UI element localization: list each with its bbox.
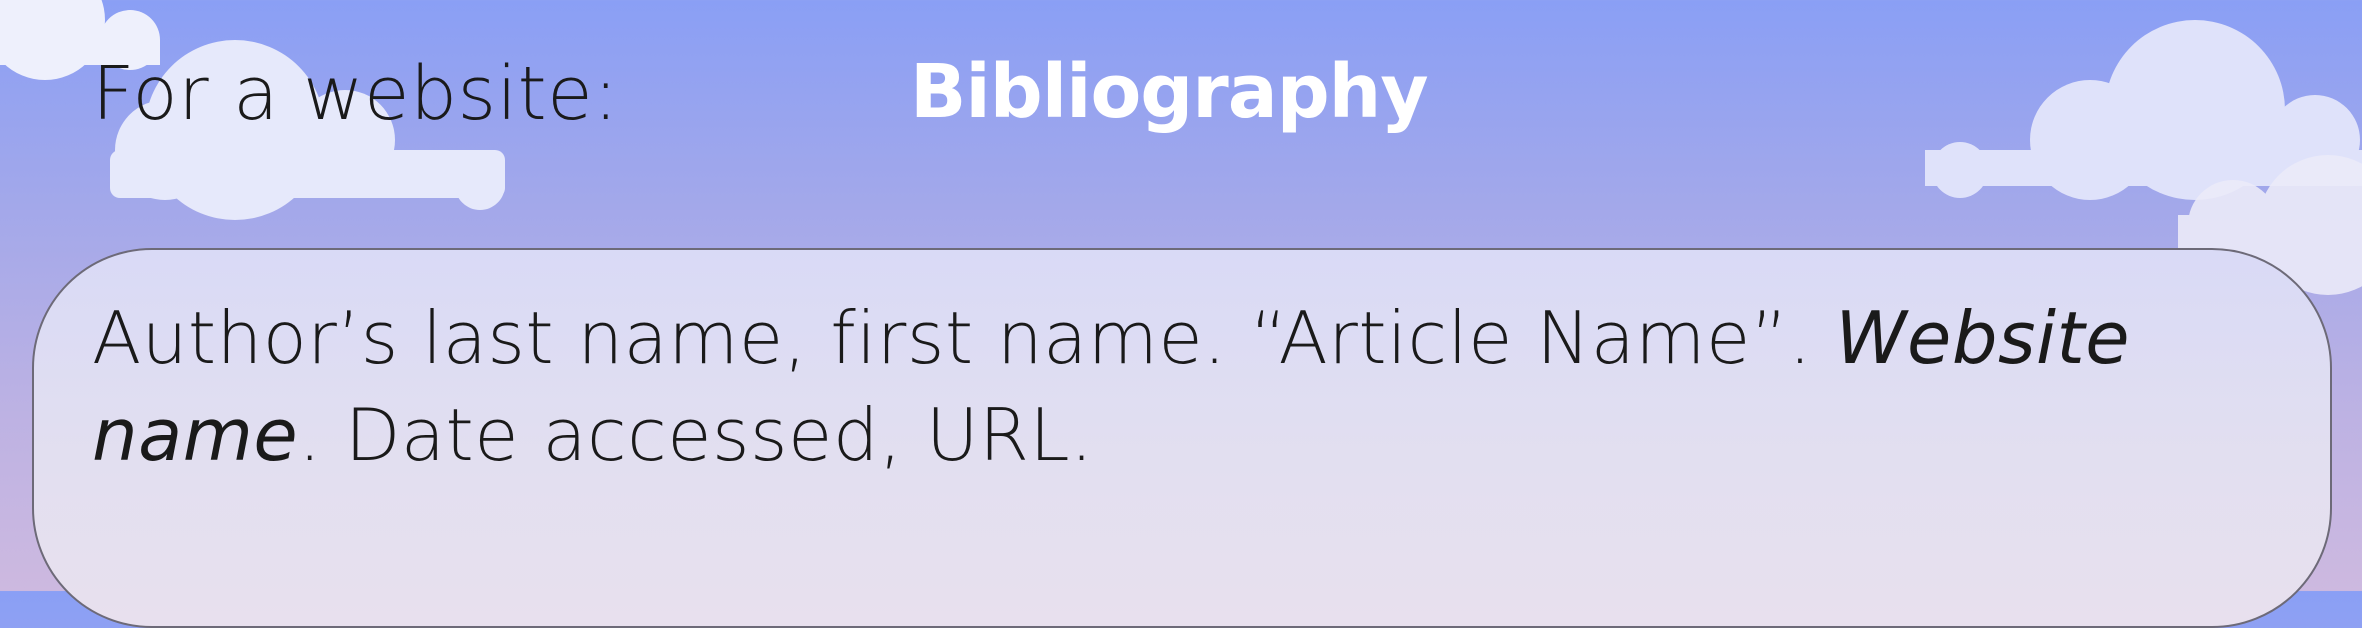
page-title: Bibliography: [910, 49, 1429, 135]
section-label: For a website:: [92, 51, 619, 137]
citation-italic-text: Website: [1835, 296, 2131, 380]
citation-text: . Date accessed, URL.: [298, 393, 1094, 477]
citation-italic-text: name: [92, 393, 299, 477]
citation-text: Author’s last name, first name. “Article…: [92, 296, 1836, 380]
citation-format-text: Author’s last name, first name. “Article…: [92, 290, 2272, 484]
